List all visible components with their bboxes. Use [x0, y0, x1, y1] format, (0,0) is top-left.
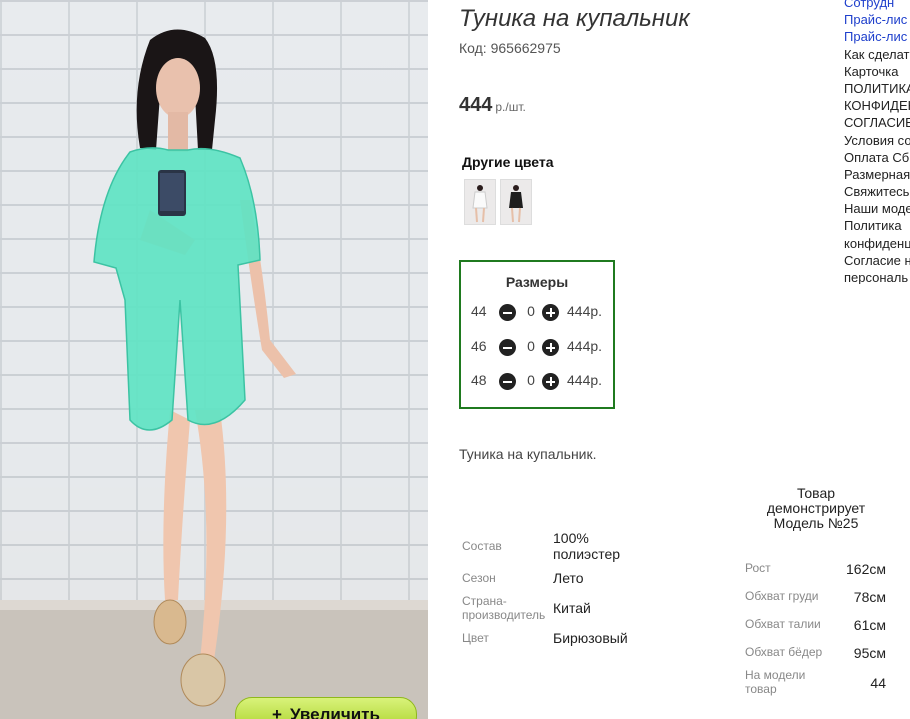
thumbnail-image	[501, 180, 531, 224]
color-thumbnail-white[interactable]	[464, 179, 496, 225]
model-figure	[93, 29, 296, 707]
sidebar-item[interactable]: Свяжитесь	[844, 183, 910, 200]
product-photo[interactable]: + Увеличить	[0, 0, 428, 719]
sidebar-item[interactable]: персональ	[844, 269, 910, 284]
size-label: 46	[471, 338, 487, 354]
product-description: Туника на купальник.	[459, 446, 597, 462]
sidebar-item[interactable]: Условия со	[844, 132, 910, 149]
model-measure-label: Обхват груди	[745, 589, 819, 603]
model-measure-value: 44	[870, 675, 886, 691]
sidebar-item[interactable]: Оплата Сб	[844, 149, 910, 166]
model-heading: Товар демонстрирует Модель №25	[766, 485, 866, 531]
attribute-label: Сезон	[462, 571, 496, 585]
quantity-value: 0	[527, 338, 535, 354]
sidebar-item[interactable]: Размерная	[844, 166, 910, 183]
sidebar-links: Сотрудн Прайс-лис Прайс-лис Как сделат К…	[844, 0, 910, 284]
minus-icon[interactable]	[499, 339, 516, 356]
product-price: 444 р./шт.	[459, 94, 526, 117]
sidebar-item[interactable]: конфиденц	[844, 235, 910, 252]
minus-icon[interactable]	[499, 304, 516, 321]
model-measure-label: Рост	[745, 561, 771, 575]
size-price: 444р.	[567, 338, 603, 354]
sidebar-item[interactable]: СОГЛАСИЕ	[844, 114, 910, 131]
attribute-label: Цвет	[462, 631, 489, 645]
attribute-value: 100% полиэстер	[553, 530, 621, 562]
other-colors-heading: Другие цвета	[462, 154, 554, 170]
sidebar-item[interactable]: Политика	[844, 217, 910, 234]
attribute-value: Китай	[553, 600, 591, 616]
model-measure-label: На модели товар	[745, 668, 806, 696]
minus-icon[interactable]	[499, 373, 516, 390]
quantity-value: 0	[527, 372, 535, 388]
sidebar-item[interactable]: Наши моде	[844, 200, 910, 217]
attribute-value: Лето	[553, 570, 584, 586]
attribute-value: Бирюзовый	[553, 630, 628, 646]
model-measure-label: Обхват талии	[745, 617, 821, 631]
model-measure-value: 61см	[853, 617, 886, 633]
color-thumbnail-black[interactable]	[500, 179, 532, 225]
model-measure-value: 95см	[853, 645, 886, 661]
attribute-label: Страна-производитель	[462, 594, 546, 622]
product-title: Туника на купальник	[459, 5, 690, 32]
sidebar-item[interactable]: Согласие н	[844, 252, 910, 269]
model-measure-value: 162см	[846, 561, 886, 577]
zoom-button-label: Увеличить	[289, 705, 380, 719]
sidebar-item[interactable]: Прайс-лис	[844, 28, 910, 45]
plus-icon[interactable]	[542, 304, 559, 321]
sidebar-item[interactable]: Карточка	[844, 63, 910, 80]
plus-icon[interactable]	[542, 373, 559, 390]
sidebar-item[interactable]: КОНФИДЕН	[844, 97, 910, 114]
price-value: 444	[459, 94, 493, 116]
price-unit: р./шт.	[495, 100, 526, 114]
sidebar-item[interactable]: Как сделат	[844, 46, 910, 63]
sidebar-item[interactable]: ПОЛИТИКА	[844, 80, 910, 97]
sidebar-item[interactable]: Сотрудн	[844, 0, 910, 11]
plus-icon: +	[272, 705, 282, 719]
size-label: 44	[471, 303, 487, 319]
model-measure-label: Обхват бёдер	[745, 645, 823, 659]
size-label: 48	[471, 372, 487, 388]
sizes-panel: Размеры 44 0 444р. 46 0 444р. 48 0 444р.	[459, 260, 615, 409]
sizes-heading: Размеры	[505, 274, 569, 290]
model-measure-value: 78см	[853, 589, 886, 605]
size-price: 444р.	[567, 303, 603, 319]
plus-icon[interactable]	[542, 339, 559, 356]
attribute-label: Состав	[462, 539, 502, 553]
thumbnail-image	[465, 180, 495, 224]
zoom-button[interactable]: + Увеличить	[235, 697, 417, 719]
sidebar-item[interactable]: Прайс-лис	[844, 11, 910, 28]
product-code: Код: 965662975	[459, 40, 561, 56]
size-price: 444р.	[567, 372, 603, 388]
quantity-value: 0	[527, 303, 535, 319]
